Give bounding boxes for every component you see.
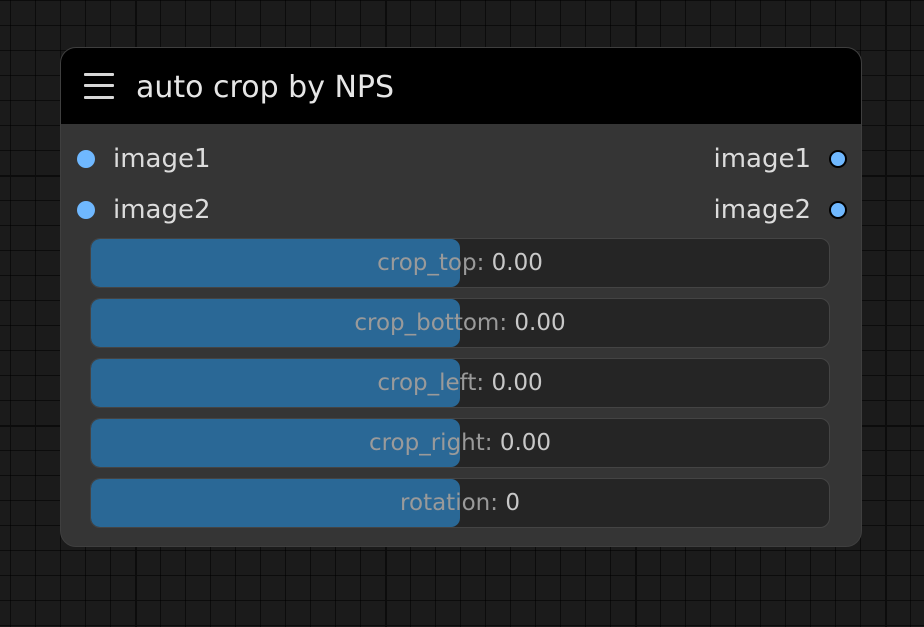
output-slot-label: image2 bbox=[713, 195, 811, 225]
node-auto-crop-by-nps[interactable]: auto crop by NPS image1 image2 image1 im… bbox=[60, 47, 862, 547]
hamburger-menu-icon[interactable] bbox=[84, 72, 114, 100]
input-slot-label: image1 bbox=[113, 144, 211, 174]
widget-crop-bottom[interactable]: crop_bottom: 0.00 bbox=[90, 298, 830, 348]
node-header[interactable]: auto crop by NPS bbox=[61, 48, 861, 124]
widget-crop-left[interactable]: crop_left: 0.00 bbox=[90, 358, 830, 408]
input-socket-icon[interactable] bbox=[77, 201, 95, 219]
output-slot-label: image1 bbox=[713, 144, 811, 174]
node-title: auto crop by NPS bbox=[136, 70, 395, 105]
widget-value: 0.00 bbox=[514, 310, 566, 336]
widget-value: 0 bbox=[505, 490, 520, 516]
widget-name: crop_right bbox=[368, 430, 485, 456]
output-slot-image1[interactable]: image1 bbox=[647, 144, 847, 174]
output-socket-icon[interactable] bbox=[829, 201, 847, 219]
widget-value: 0.00 bbox=[491, 370, 543, 396]
widget-name: crop_left bbox=[377, 370, 477, 396]
widget-value: 0.00 bbox=[491, 250, 543, 276]
input-slot-label: image2 bbox=[113, 195, 211, 225]
widget-name: crop_bottom bbox=[354, 310, 500, 336]
widget-value: 0.00 bbox=[499, 430, 552, 456]
output-slot-image2[interactable]: image2 bbox=[647, 195, 847, 225]
widget-name: rotation bbox=[400, 490, 491, 516]
widget-name: crop_top bbox=[377, 250, 477, 276]
widget-crop-top[interactable]: crop_top: 0.00 bbox=[90, 238, 830, 288]
widget-rotation[interactable]: rotation: 0 bbox=[90, 478, 830, 528]
output-socket-icon[interactable] bbox=[829, 150, 847, 168]
widget-crop-right[interactable]: crop_right: 0.00 bbox=[90, 418, 830, 468]
input-socket-icon[interactable] bbox=[77, 150, 95, 168]
